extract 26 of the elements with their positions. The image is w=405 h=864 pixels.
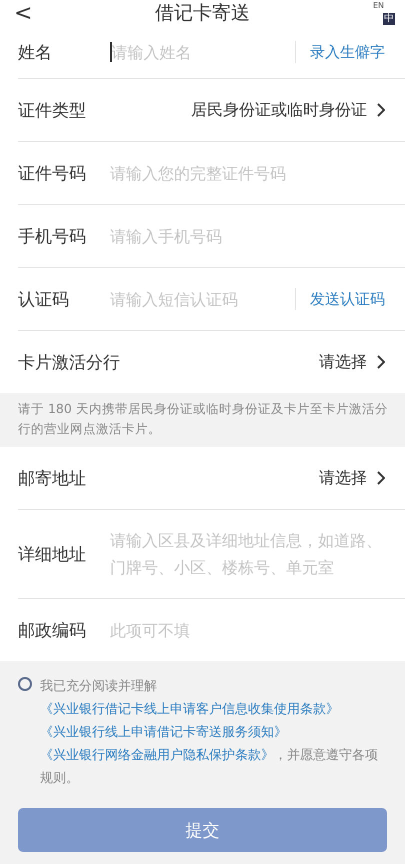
field-label: 认证码 xyxy=(18,288,70,310)
field-label: 证件号码 xyxy=(18,162,87,184)
terms-link[interactable]: 《兴业银行线上申请借记卡寄送服务须知》 xyxy=(40,725,287,740)
select-field[interactable]: 居民身份证或临时身份证 xyxy=(110,100,367,120)
select-field[interactable]: 请选择 xyxy=(110,468,367,488)
page-title: 借记卡寄送 xyxy=(155,1,250,26)
field-label: 邮政编码 xyxy=(18,620,87,642)
field-label: 邮寄地址 xyxy=(18,468,87,490)
terms-link[interactable]: 《兴业银行借记卡线上申请客户信息收集使用条款》 xyxy=(40,702,339,717)
terms-link[interactable]: 《兴业银行网络金融用户隐私保护条款》 xyxy=(40,748,274,763)
chevron-right-icon xyxy=(377,103,385,117)
chevron-right-icon xyxy=(377,471,385,485)
field-label: 证件类型 xyxy=(18,100,87,122)
field-label: 卡片激活分行 xyxy=(18,352,120,374)
agreement-radio[interactable] xyxy=(18,677,32,691)
field-label: 姓名 xyxy=(18,42,53,64)
agreement-text: 我已充分阅读并理解 《兴业银行借记卡线上申请客户信息收集使用条款》 《兴业银行线上申请借记卡寄送服务须知》 《兴业银行网络金融用户隐私保护条款》，并愿意遵守各项规则。 xyxy=(40,678,379,788)
back-button[interactable]: < xyxy=(14,0,32,26)
action-link[interactable]: 录入生僻字 xyxy=(310,42,385,62)
field-label: 手机号码 xyxy=(18,226,87,248)
select-field[interactable]: 请选择 xyxy=(120,352,367,372)
chevron-right-icon xyxy=(377,355,385,369)
action-link[interactable]: 发送认证码 xyxy=(310,290,385,308)
language-toggle[interactable]: EN 中 xyxy=(373,1,395,25)
field-label: 详细地址 xyxy=(18,544,87,566)
notice-text: 请于 180 天内携带居民身份证或临时身份证及卡片至卡片激活分行的营业网点激活卡片。 xyxy=(0,393,405,447)
